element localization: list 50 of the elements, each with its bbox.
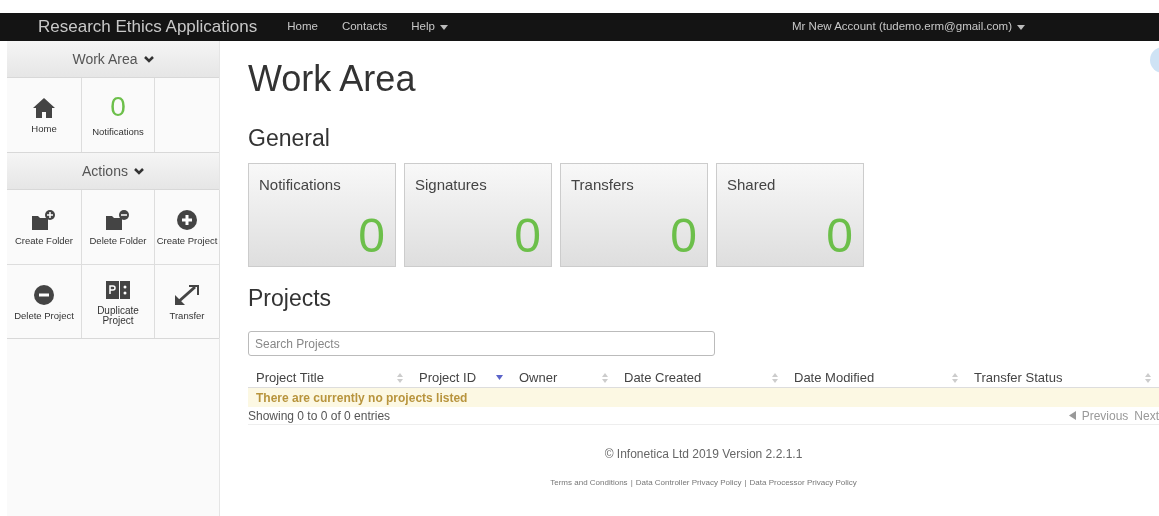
action-tile[interactable]: Transfer xyxy=(155,264,220,338)
card-label: Signatures xyxy=(415,175,487,195)
summary-card[interactable]: Shared 0 xyxy=(716,163,864,267)
folder-plus-icon xyxy=(32,208,56,230)
action-tile[interactable]: Duplicate Project xyxy=(82,264,155,338)
card-label: Shared xyxy=(727,175,776,195)
table-info: Showing 0 to 0 of 0 entries xyxy=(248,407,391,425)
card-count: 0 xyxy=(358,210,385,262)
card-count: 0 xyxy=(514,210,541,262)
caret-icon xyxy=(1017,24,1025,30)
footer-link[interactable]: Data Controller Privacy Policy xyxy=(635,477,742,489)
empty-table-message: There are currently no projects listed xyxy=(256,389,468,407)
page-title: Work Area xyxy=(248,57,416,101)
search-field[interactable]: Search Projects xyxy=(248,331,715,356)
home-icon xyxy=(33,96,55,118)
column-header[interactable]: Date Modified xyxy=(786,367,966,388)
count-number: 0 xyxy=(110,93,126,121)
folder-minus-icon xyxy=(106,208,130,230)
footer-link[interactable]: Terms and Conditions xyxy=(550,477,628,489)
section-heading: Projects xyxy=(248,284,333,313)
card-count: 0 xyxy=(670,210,697,262)
summary-card[interactable]: Transfers 0 xyxy=(560,163,708,267)
summary-card[interactable]: Signatures 0 xyxy=(404,163,552,267)
link-separator: | xyxy=(744,477,747,489)
section-header[interactable]: Actions xyxy=(7,153,219,190)
plus-circle-icon xyxy=(177,208,197,230)
nav-link[interactable]: Contacts xyxy=(341,18,388,36)
copyright-text: © Infonetica Ltd 2019 Version 2.2.1.1 xyxy=(604,446,803,463)
section-header[interactable]: Work Area xyxy=(7,41,219,78)
link-separator: | xyxy=(630,477,633,489)
minus-circle-icon xyxy=(34,282,54,305)
card-count: 0 xyxy=(826,210,853,262)
summary-card[interactable]: Notifications 0 xyxy=(248,163,396,267)
column-header[interactable]: Transfer Status xyxy=(966,367,1159,388)
action-tile[interactable]: Delete Project xyxy=(7,264,82,338)
column-header[interactable]: Date Created xyxy=(616,367,786,388)
brand-title[interactable]: Research Ethics Applications xyxy=(38,14,258,40)
nav-link[interactable]: Help xyxy=(411,18,448,36)
column-header[interactable]: Project Title xyxy=(248,367,411,388)
triangle-left-icon xyxy=(1068,411,1076,420)
card-label: Notifications xyxy=(259,175,341,195)
column-header[interactable]: Project ID xyxy=(411,367,511,388)
card-label: Transfers xyxy=(571,175,634,195)
account-menu[interactable]: Mr New Account (tudemo.erm@gmail.com) xyxy=(791,18,1025,36)
footer-link[interactable]: Data Processor Privacy Policy xyxy=(749,477,857,489)
diagonal-arrow-icon xyxy=(175,282,199,305)
action-tile[interactable]: Create Project xyxy=(155,190,220,264)
nav-link[interactable]: Home xyxy=(287,18,318,36)
section-heading: General xyxy=(248,124,331,153)
column-header[interactable]: Owner xyxy=(511,367,616,388)
